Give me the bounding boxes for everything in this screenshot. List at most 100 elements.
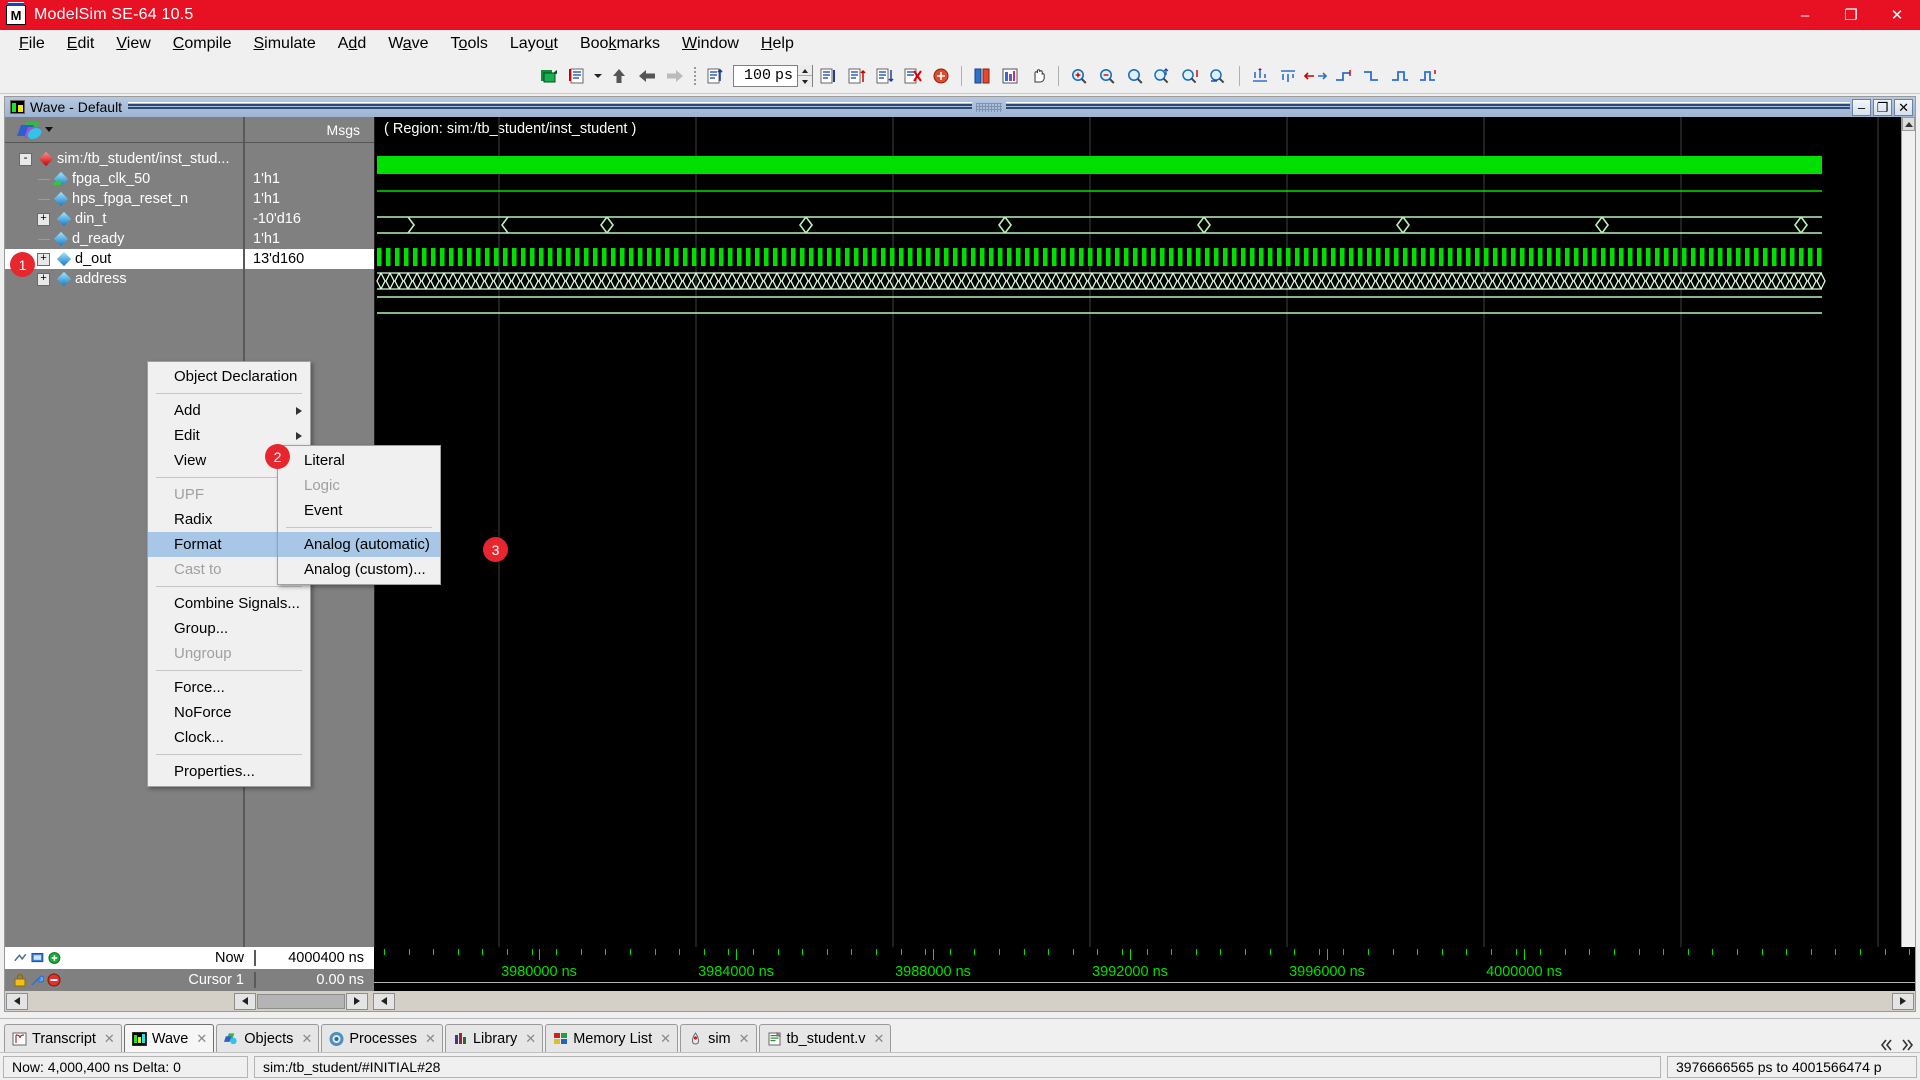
memory-icon[interactable] — [969, 63, 995, 89]
tab-tb-student-v[interactable]: tb_student.v ✕ — [758, 1024, 892, 1052]
break-icon[interactable] — [900, 63, 926, 89]
zoom-out-icon[interactable] — [1094, 63, 1120, 89]
signal-row-din-t[interactable]: + din_t — [5, 209, 243, 229]
values-scroll-left-button[interactable] — [234, 992, 256, 1010]
scroll-track-vertical[interactable] — [1902, 131, 1915, 997]
run-length-field[interactable]: 100 ps — [733, 64, 814, 87]
tab-close-icon[interactable]: ✕ — [739, 1031, 750, 1047]
wave-restore-button[interactable]: ❐ — [1873, 98, 1893, 116]
menu-compile[interactable]: Compile — [162, 32, 243, 56]
wave-scroll-right-button[interactable] — [1892, 992, 1914, 1010]
hand-icon[interactable] — [1025, 63, 1051, 89]
menu-help[interactable]: Help — [750, 32, 805, 56]
now-icons[interactable] — [5, 951, 61, 965]
simulate-dropdown-icon[interactable] — [592, 63, 604, 89]
menu-add[interactable]: Add — [148, 398, 310, 423]
zoom-full-icon[interactable] — [1122, 63, 1148, 89]
menu-literal[interactable]: Literal — [278, 448, 440, 473]
signal-list-toolbar[interactable] — [5, 117, 245, 142]
waveform-vertical-scrollbar[interactable] — [1901, 117, 1915, 1011]
menu-analog-automatic[interactable]: Analog (automatic) — [278, 532, 440, 557]
menu-wave[interactable]: Wave — [377, 32, 439, 56]
menu-analog-custom[interactable]: Analog (custom)... — [278, 557, 440, 582]
zoom-last-icon[interactable] — [1206, 63, 1232, 89]
step-back-icon[interactable] — [634, 63, 660, 89]
tab-memory-list[interactable]: Memory List ✕ — [545, 1024, 679, 1052]
tab-processes[interactable]: Processes ✕ — [321, 1024, 443, 1052]
menu-object-declaration[interactable]: Object Declaration — [148, 364, 310, 389]
tab-close-icon[interactable]: ✕ — [196, 1031, 207, 1047]
step-up-icon[interactable] — [606, 63, 632, 89]
expander-expand[interactable]: + — [37, 212, 50, 226]
expander-expand[interactable]: + — [37, 252, 50, 266]
signal-row-d-out[interactable]: + d_out — [5, 249, 243, 269]
cursor-row[interactable]: Cursor 1 0.00 ns — [5, 969, 374, 991]
menu-layout[interactable]: Layout — [499, 32, 569, 56]
tab-close-icon[interactable]: ✕ — [301, 1031, 312, 1047]
zoom-range-icon[interactable] — [1150, 63, 1176, 89]
tab-close-icon[interactable]: ✕ — [525, 1031, 536, 1047]
menu-noforce[interactable]: NoForce — [148, 700, 310, 725]
menu-tools[interactable]: Tools — [440, 32, 499, 56]
wave-edit-6-icon[interactable] — [1387, 63, 1413, 89]
cursor-icons[interactable] — [5, 973, 61, 987]
stepper-down-icon[interactable] — [798, 76, 813, 87]
run-length-stepper[interactable] — [797, 64, 813, 87]
wave-scroll-left-button[interactable] — [373, 992, 395, 1010]
menu-simulate[interactable]: Simulate — [242, 32, 326, 56]
wave-edit-7-icon[interactable] — [1415, 63, 1441, 89]
minimize-button[interactable]: – — [1782, 0, 1828, 30]
signal-row-fpga-clk-50[interactable]: fpga_clk_50 — [5, 169, 243, 189]
menu-combine-signals[interactable]: Combine Signals... — [148, 591, 310, 616]
menu-group[interactable]: Group... — [148, 616, 310, 641]
tab-close-icon[interactable]: ✕ — [425, 1031, 436, 1047]
chevron-down-icon[interactable] — [45, 127, 53, 132]
wave-bottom-scrollbar[interactable] — [5, 991, 1915, 1011]
menu-file[interactable]: File — [8, 32, 56, 56]
menu-clock[interactable]: Clock... — [148, 725, 310, 750]
expander-expand[interactable]: + — [37, 272, 50, 286]
format-submenu[interactable]: Literal Logic Event Analog (automatic) A… — [277, 445, 441, 585]
wave-minimize-button[interactable]: – — [1852, 98, 1872, 116]
menu-window[interactable]: Window — [671, 32, 750, 56]
wave-window-grip[interactable] — [976, 102, 1003, 112]
dataflow-icon[interactable] — [997, 63, 1023, 89]
menu-force[interactable]: Force... — [148, 675, 310, 700]
maximize-button[interactable]: ❐ — [1828, 0, 1874, 30]
tabbar-scroll-controls[interactable] — [1880, 1038, 1920, 1052]
zoom-in-icon[interactable] — [1066, 63, 1092, 89]
tab-close-icon[interactable]: ✕ — [660, 1031, 671, 1047]
values-scroll-right-button[interactable] — [346, 992, 368, 1010]
tab-objects[interactable]: Objects ✕ — [216, 1024, 320, 1052]
signal-row-hps-fpga-reset-n[interactable]: hps_fpga_reset_n — [5, 189, 243, 209]
tab-sim[interactable]: sim ✕ — [680, 1024, 757, 1052]
tab-wave[interactable]: Wave ✕ — [123, 1024, 215, 1052]
menu-bookmarks[interactable]: Bookmarks — [569, 32, 671, 56]
menu-add[interactable]: Add — [327, 32, 377, 56]
waveform-canvas[interactable]: ( Region: sim:/tb_student/inst_student ) — [374, 117, 1901, 1011]
tab-close-icon[interactable]: ✕ — [104, 1031, 115, 1047]
tab-transcript[interactable]: Transcript ✕ — [4, 1024, 122, 1052]
layers-icon[interactable] — [16, 121, 44, 139]
zoom-cursor-icon[interactable] — [1178, 63, 1204, 89]
signal-row-address[interactable]: + address — [5, 269, 243, 289]
simulate-icon[interactable] — [564, 63, 590, 89]
wave-edit-5-icon[interactable] — [1359, 63, 1385, 89]
restart-icon[interactable] — [702, 63, 728, 89]
values-scroll-thumb[interactable] — [257, 993, 345, 1009]
wave-edit-2-icon[interactable] — [1275, 63, 1301, 89]
close-button[interactable]: ✕ — [1874, 0, 1920, 30]
scroll-up-button[interactable] — [1902, 117, 1915, 131]
wave-edit-1-icon[interactable] — [1247, 63, 1273, 89]
expander-collapse[interactable]: - — [19, 152, 32, 166]
wave-edit-3-icon[interactable] — [1303, 63, 1329, 89]
wave-edit-4-icon[interactable] — [1331, 63, 1357, 89]
wave-close-button[interactable]: ✕ — [1894, 98, 1914, 116]
tab-library[interactable]: Library ✕ — [444, 1024, 544, 1052]
run-continue-icon[interactable] — [844, 63, 870, 89]
step-forward-icon[interactable] — [662, 63, 688, 89]
menu-event[interactable]: Event — [278, 498, 440, 523]
menu-view[interactable]: View — [105, 32, 161, 56]
menu-properties[interactable]: Properties... — [148, 759, 310, 784]
compile-icon[interactable] — [536, 63, 562, 89]
